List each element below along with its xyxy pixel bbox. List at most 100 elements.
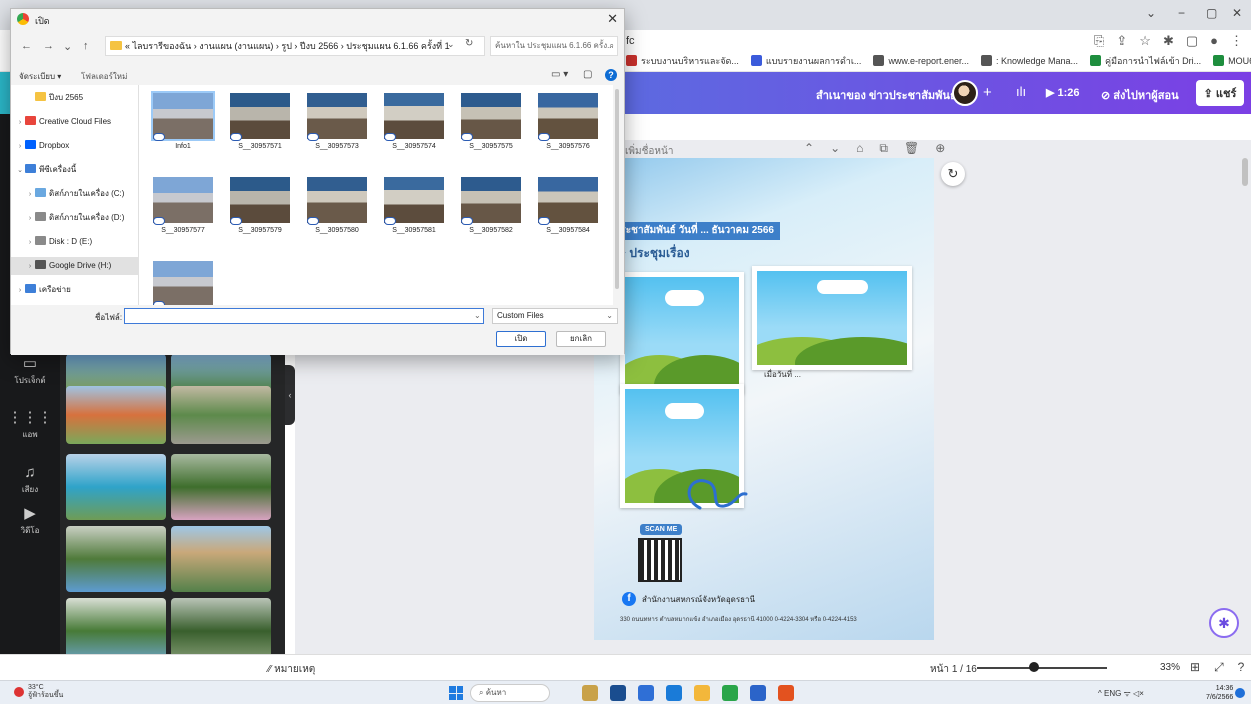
file-thumbnail[interactable]: S__30957581 [382,175,446,243]
expand-arrow-icon[interactable]: › [25,186,35,204]
taskbar-app-icon[interactable] [666,685,682,701]
bookmark-item[interactable]: ระบบงานบริหารและจัด... [626,54,739,68]
help-icon[interactable]: ? [605,69,617,81]
search-icon[interactable]: ⌕ [610,37,614,55]
taskbar-app-icon[interactable] [722,685,738,701]
file-type-select[interactable]: Custom Files ⌄ [492,308,618,324]
bookmark-star-icon[interactable]: ☆ [1139,33,1151,49]
tree-item[interactable]: › Dropbox [11,137,139,155]
taskbar-app-icon[interactable] [582,685,598,701]
expand-arrow-icon[interactable]: › [25,234,35,252]
file-thumbnail[interactable]: S__30957579 [228,175,292,243]
minimize-button[interactable]: − [1178,6,1185,20]
add-collaborator-button[interactable]: + [983,84,992,101]
recent-locations-button[interactable]: ⌄ [63,40,72,53]
expand-arrow-icon[interactable]: › [15,138,25,156]
date-text[interactable]: เมื่อวันที่ ... [764,368,801,381]
tree-item[interactable]: ปีงบ 2565 [11,89,139,107]
expand-arrow-icon[interactable]: › [15,114,25,132]
taskbar-app-icon[interactable] [778,685,794,701]
breadcrumb-path[interactable]: « ไลบรารีของฉัน › งานแผน (งานแผน) › รูป … [125,41,450,51]
search-input[interactable]: ค้นหาใน ประชุมแผน 6.1.66 ครั้ง... ⌕ [490,36,618,56]
insights-icon[interactable]: ılı [1016,84,1026,99]
up-folder-button[interactable]: ↑ [83,40,89,52]
file-thumbnail[interactable]: S__30957580 [305,175,369,243]
page-tool-icon[interactable]: ⧉ [879,141,888,156]
file-thumbnail[interactable]: S__30957571 [228,91,292,159]
uploaded-photo[interactable] [66,454,166,520]
rail-item[interactable]: ▭ โปรเจ็กต์ [0,354,60,387]
page-tool-icon[interactable]: ⌃ [804,141,814,156]
uploaded-photo[interactable] [66,526,166,592]
expand-arrow-icon[interactable]: › [25,210,35,228]
file-thumbnail[interactable]: S__30957584 [536,175,600,243]
refresh-icon[interactable]: ↻ [941,162,965,186]
page-tool-icon[interactable]: ⊕ [935,141,945,156]
address-bar[interactable]: fc [626,35,635,47]
view-options-icon[interactable]: ▭ ▾ [551,69,568,80]
design-page[interactable]: ข่าวประชาสัมพันธ์ วันที่ ... ธันวาคม 256… [594,158,934,640]
help-icon[interactable]: ? [1238,660,1245,675]
scan-me-label[interactable]: SCAN ME [640,524,683,535]
expand-arrow-icon[interactable]: › [15,282,25,300]
notification-icon[interactable] [1235,688,1245,698]
page-tool-icon[interactable]: ⌂ [856,141,863,156]
design-title[interactable]: สำเนาของ ข่าวประชาสัมพันธ์ [816,86,957,104]
refresh-icon[interactable]: ↻ [465,38,473,49]
window-close-button[interactable]: ✕ [1232,6,1242,20]
expand-arrow-icon[interactable]: ⌄ [15,162,25,180]
zoom-slider-track[interactable] [977,667,1107,669]
split-view-icon[interactable]: ▢ [1186,33,1198,49]
zoom-level[interactable]: 33% [1160,662,1180,673]
page-indicator[interactable]: หน้า 1 / 16 [930,662,977,677]
taskbar-app-icon[interactable] [610,685,626,701]
expand-arrow-icon[interactable]: › [25,258,35,276]
open-button[interactable]: เปิด [496,331,546,347]
send-to-teacher-button[interactable]: ⊘ ส่งไปหาผู้สอน [1101,86,1179,104]
present-timer-button[interactable]: ▶ 1:26 [1046,86,1080,99]
new-folder-button[interactable]: โฟลเดอร์ใหม่ [81,70,127,83]
tree-item[interactable]: › Google Drive (H:) [11,257,139,275]
share-button[interactable]: ⇪ แชร์ [1196,80,1244,106]
facebook-row[interactable]: f สำนักงานสหกรณ์จังหวัดอุดรธานี [622,592,755,606]
file-thumbnail[interactable]: S__30957573 [305,91,369,159]
forward-button[interactable]: → [43,40,54,52]
taskbar-search[interactable]: ⌕ ค้นหา [470,684,550,702]
system-tray[interactable]: ^ ENG ᯤ ◁× [1098,688,1144,699]
start-button[interactable] [449,686,463,700]
notes-button[interactable]: ⁄⁄ หมายเหตุ [268,662,315,677]
file-thumbnail[interactable]: S__30957577 [151,175,215,243]
add-page-title[interactable]: เพิ่มชื่อหน้า [625,144,673,159]
file-thumbnail[interactable]: S__30957582 [459,175,523,243]
extensions-icon[interactable]: ✱ [1163,33,1174,49]
taskbar-app-icon[interactable] [694,685,710,701]
tree-item[interactable]: ⌄ พีซีเครื่องนี้ [11,161,139,179]
tab-search-icon[interactable]: ⌄ [1146,6,1156,20]
uploaded-photo[interactable] [171,386,271,444]
file-thumbnail[interactable]: S__30957574 [382,91,446,159]
uploaded-photo[interactable] [171,526,271,592]
address-line[interactable]: 330 ถนนทหาร ตำบลหมากแข้ง อำเภอเมือง อุดร… [620,614,857,624]
user-avatar[interactable] [952,80,978,106]
collapse-panel-handle[interactable]: ‹ [285,365,295,425]
page-subtitle[interactable]: ✦ ประชุมเรื่อง [616,244,690,263]
cancel-button[interactable]: ยกเลิก [556,331,606,347]
uploaded-photo[interactable] [171,454,271,520]
bookmark-item[interactable]: www.e-report.ener... [873,55,969,66]
menu-kebab-icon[interactable]: ⋮ [1230,33,1243,49]
preview-pane-icon[interactable]: ▢ [583,69,592,80]
clock[interactable]: 14:36 7/6/2566 [1206,684,1233,702]
tree-item[interactable]: › Creative Cloud Files [11,113,139,131]
file-thumbnail[interactable]: Info1 [151,91,215,159]
magic-assistant-icon[interactable]: ✱ [1209,608,1239,638]
tree-item[interactable]: › Disk : D (E:) [11,233,139,251]
editor-scrollbar[interactable] [1242,158,1248,186]
qr-code[interactable] [638,538,682,582]
path-dropdown-icon[interactable]: ⌄ [447,39,455,50]
swirl-decoration[interactable] [680,468,750,518]
tree-item[interactable]: › เครือข่าย [11,281,139,299]
fullscreen-icon[interactable]: ⤢ [1214,660,1224,675]
filename-history-dropdown[interactable]: ⌄ [474,311,481,320]
dialog-close-button[interactable]: ✕ [607,11,618,27]
rail-item[interactable]: ♫ เสียง [0,464,60,496]
